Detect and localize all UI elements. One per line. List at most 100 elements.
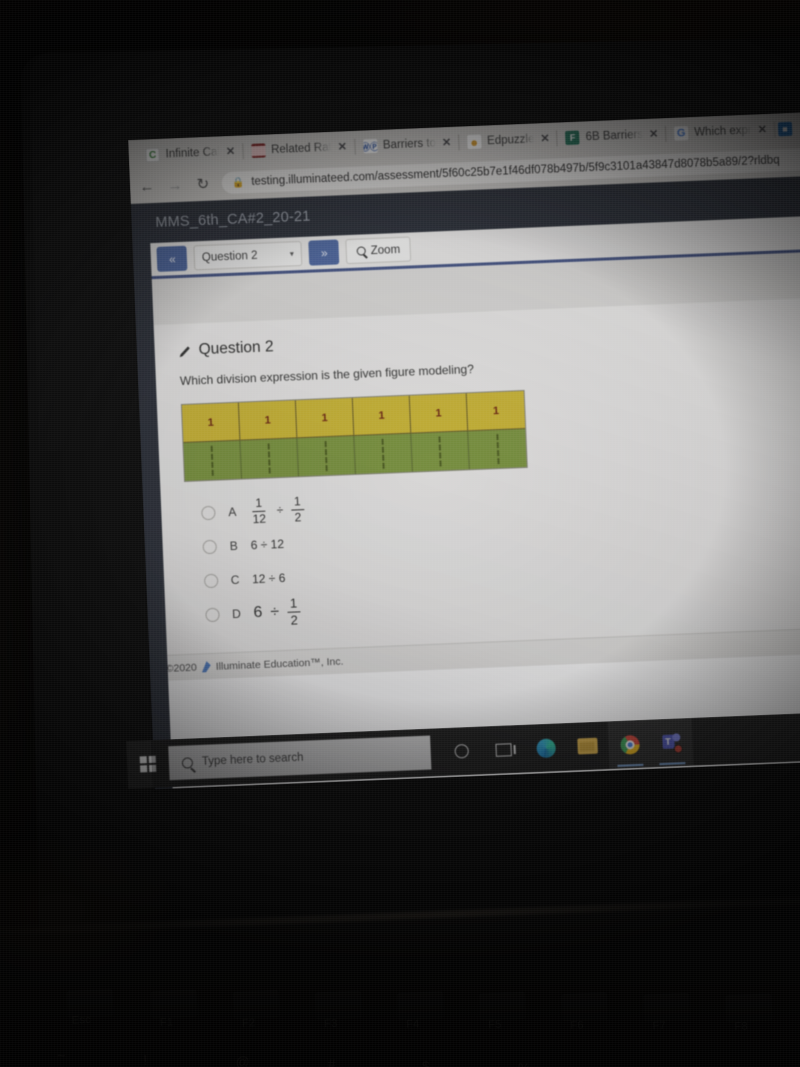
back-icon[interactable]: ← [138,177,157,196]
denominator: 2 [290,611,299,628]
figure-whole-cell: 1 [295,398,355,439]
fraction: 1 12 [249,496,269,526]
figure-whole-cell: 1 [238,400,298,441]
windows-logo-icon [139,755,157,773]
radio-button[interactable] [203,573,219,589]
reload-icon[interactable]: ↻ [194,175,213,194]
browser-tab-which-expression[interactable]: G Which expr ✕ [664,115,775,148]
search-icon [356,246,366,256]
figure-column: 1 [352,395,413,474]
figure-half-cell [468,428,527,470]
blue-app-icon: ■ [777,121,793,137]
key-hash[interactable]: # [327,1056,336,1067]
tab-title: Related Rat [270,141,333,157]
key-dollar[interactable]: $ [422,1058,431,1067]
page-title: MMS_6th_CA#2_20-21 [155,208,311,231]
key-tilde[interactable]: ~ [57,1047,66,1063]
choice-letter: C [230,572,240,588]
figure-half-cell [411,431,470,472]
search-input[interactable]: Type here to search [168,735,432,781]
browser-tab-6b-barriers[interactable]: F 6B Barriers ✕ [556,119,666,153]
question-heading-text: Question 2 [198,338,274,359]
key-f1[interactable]: F1 [160,1016,174,1029]
taskbar-item-task-view[interactable] [482,725,526,775]
browser-tab-partial[interactable]: ■ [773,114,800,144]
copyright-year: ©2020 [165,661,198,675]
close-icon[interactable]: ✕ [649,128,659,140]
question-select[interactable]: Question 2 ▾ [193,240,303,271]
teams-icon: T [661,732,683,754]
radio-button[interactable] [202,539,218,555]
close-icon[interactable]: ✕ [757,123,767,135]
close-icon[interactable]: ✕ [540,132,550,144]
taskbar-item-teams[interactable]: T [649,717,694,768]
close-icon[interactable]: ✕ [338,141,348,153]
choice-letter: B [229,538,239,554]
choice-expression: 6 ÷ 12 [250,536,285,553]
tab-title: Edpuzzle [486,133,535,148]
taskbar-item-chrome[interactable] [607,719,652,770]
pencil-icon [179,346,190,357]
illuminate-logo-icon [202,661,211,672]
answer-choices: A 1 12 ÷ 1 2 B 6 ÷ 12 C 12 ÷ 6 D 6 ÷ 1 2 [185,473,800,632]
key-percent[interactable]: % [518,1060,531,1067]
close-icon[interactable]: ✕ [442,136,452,148]
denominator: 2 [294,509,302,524]
figure-whole-cell: 1 [181,402,241,443]
figure-whole-cell: 1 [409,393,469,434]
tab-title: Barriers to [382,137,437,152]
browser-tab-edpuzzle[interactable]: ● Edpuzzle ✕ [457,124,558,157]
close-icon[interactable]: ✕ [226,145,236,157]
taskbar-item-edge[interactable] [524,723,568,773]
taskbar-item-cortana[interactable] [440,726,484,776]
canvas-icon: C [145,147,160,163]
browser-tab-related-rates[interactable]: ▉▉▉ Related Rat ✕ [241,132,355,166]
key-f7[interactable]: F7 [652,1020,666,1033]
key-exclaim[interactable]: ! [143,1052,148,1067]
previous-question-button[interactable]: « [156,245,188,272]
figure-whole-cell: 1 [352,395,412,436]
choice-expression: 6 ÷ 1 2 [253,595,301,628]
figure-half-cell [297,435,356,477]
choice-letter: D [231,606,242,622]
key-f4[interactable]: F4 [406,1018,420,1031]
choice-expression: 12 ÷ 6 [251,570,286,587]
denominator: 12 [252,511,267,526]
division-operator: ÷ [276,502,284,518]
key-f3[interactable]: F3 [324,1018,338,1031]
taskbar-item-file-explorer[interactable] [566,721,610,771]
tab-title: Which expr [693,124,752,139]
radio-button[interactable] [205,607,220,623]
dashed-divider [267,443,271,474]
key-f2[interactable]: F2 [242,1017,256,1030]
key-at[interactable]: @ [235,1053,250,1067]
key-esc[interactable]: Esc [71,1014,91,1027]
start-button[interactable] [126,739,170,789]
key-f5[interactable]: F5 [488,1019,502,1032]
dashed-divider [324,441,328,472]
key-f6[interactable]: F6 [570,1019,584,1032]
edpuzzle-icon: ● [466,134,482,150]
choice-letter: A [228,504,237,520]
browser-tab-infinite-campus[interactable]: C Infinite Cal ✕ [136,137,243,170]
figure-column: 1 [409,393,470,472]
task-view-icon [495,742,512,757]
next-question-button[interactable]: » [308,239,340,266]
figure-column: 1 [181,402,242,481]
tab-title: 6B Barriers [585,128,644,144]
figure-half-cell [240,438,299,479]
radio-button[interactable] [201,505,216,521]
file-explorer-icon [577,737,598,755]
chevron-down-icon: ▾ [289,249,294,259]
cortana-icon [454,743,469,759]
dashed-divider [495,434,500,465]
edge-icon [535,737,556,758]
forward-icon[interactable]: → [166,176,185,195]
zoom-button[interactable]: Zoom [345,236,412,265]
key-f8[interactable]: F8 [734,1020,748,1033]
footer-brand: Illuminate Education™, Inc. [215,655,344,673]
browser-tab-barriers-to[interactable]: ⓌⓅ Barriers to ✕ [353,128,459,161]
search-placeholder: Type here to search [201,751,304,768]
fraction: 1 2 [286,595,301,628]
forms-icon: F [565,130,580,146]
